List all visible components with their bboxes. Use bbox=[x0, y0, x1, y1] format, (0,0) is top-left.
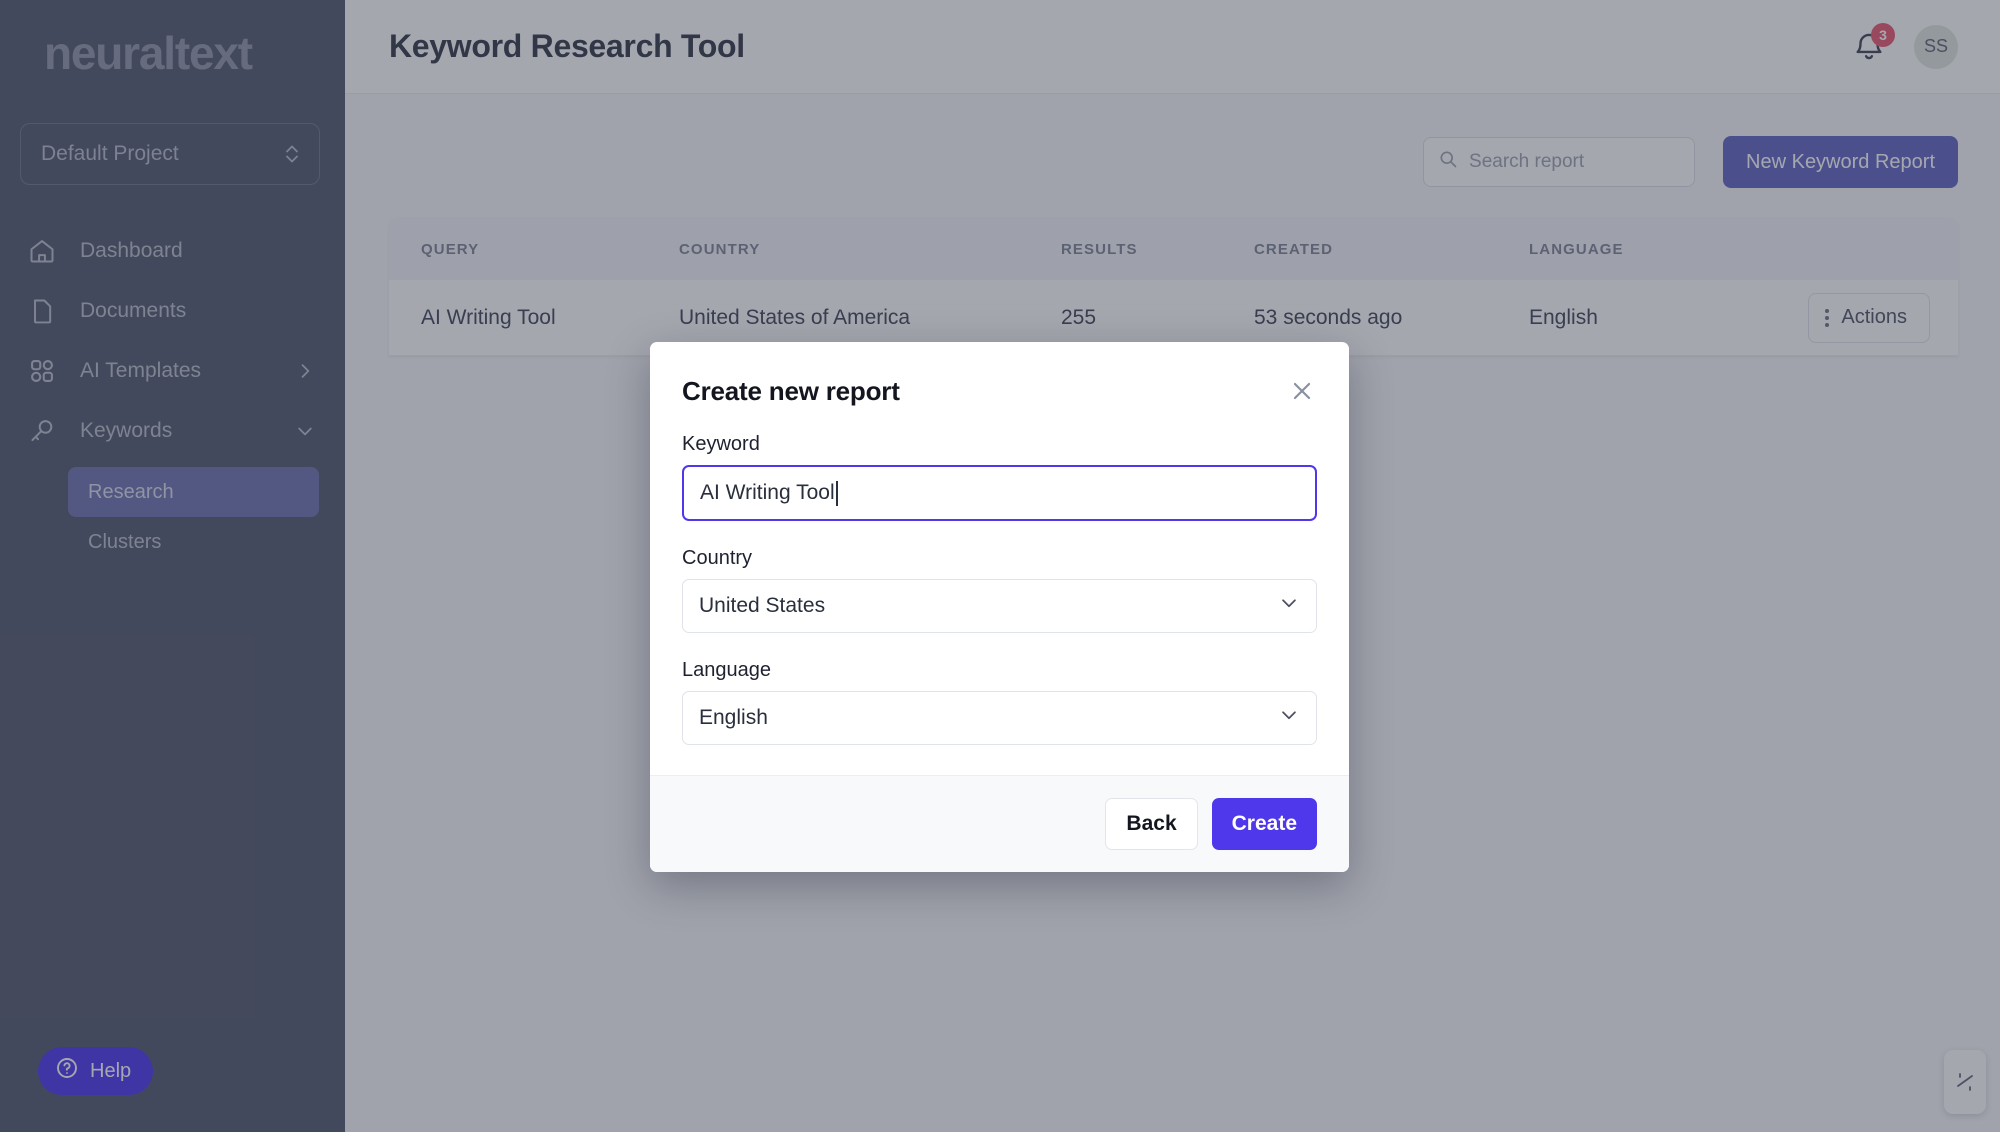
modal-footer: Back Create bbox=[650, 775, 1349, 872]
chevron-down-icon bbox=[1278, 704, 1300, 732]
language-select-value: English bbox=[699, 706, 768, 729]
create-report-modal: Create new report Keyword AI Writing Too… bbox=[650, 342, 1349, 872]
chevron-down-icon bbox=[1278, 592, 1300, 620]
country-field-label: Country bbox=[682, 547, 753, 569]
keyword-input[interactable]: AI Writing Tool bbox=[682, 465, 1317, 521]
keyword-input-value: AI Writing Tool bbox=[700, 481, 835, 504]
text-caret bbox=[835, 480, 838, 506]
keyword-field-label: Keyword bbox=[682, 433, 760, 455]
language-field-label: Language bbox=[682, 659, 771, 681]
modal-header: Create new report bbox=[682, 376, 1317, 407]
back-button[interactable]: Back bbox=[1105, 798, 1198, 850]
country-select-value: United States bbox=[699, 594, 826, 617]
language-select[interactable]: English bbox=[682, 691, 1317, 745]
close-icon[interactable] bbox=[1287, 376, 1317, 406]
modal-body: Create new report Keyword AI Writing Too… bbox=[650, 342, 1349, 775]
modal-title: Create new report bbox=[682, 376, 900, 406]
country-select[interactable]: United States bbox=[682, 579, 1317, 633]
create-button[interactable]: Create bbox=[1211, 798, 1317, 850]
app-root: neuraltext Default Project Dashboard Doc… bbox=[0, 0, 2000, 1132]
